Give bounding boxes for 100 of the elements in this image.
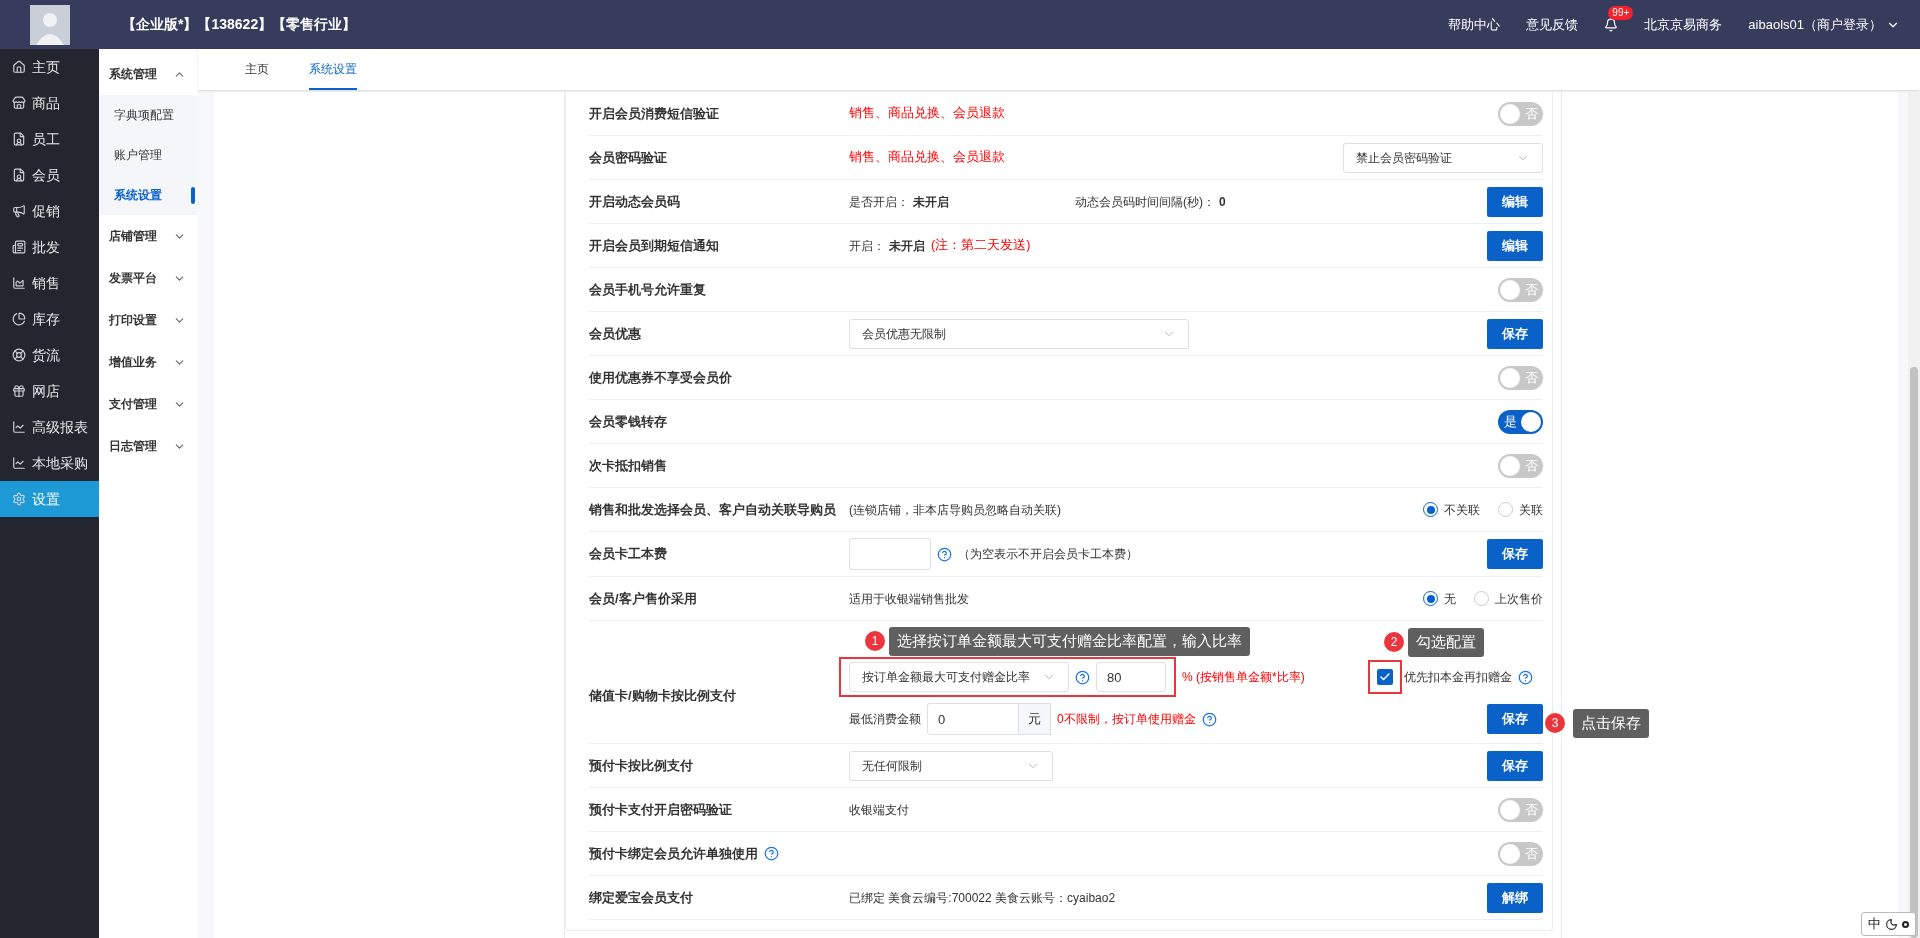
action-button[interactable]: 编辑: [1487, 186, 1543, 217]
help-icon[interactable]: [764, 846, 779, 861]
setting-label: 销售和批发选择会员、客户自动关联导购员: [589, 500, 836, 519]
radio-option[interactable]: 无: [1423, 589, 1456, 608]
check-icon: [1379, 671, 1391, 683]
notification-badge: 99+: [1608, 5, 1634, 20]
tab[interactable]: 主页: [245, 49, 269, 90]
action-button[interactable]: 保存: [1487, 704, 1543, 734]
radio-option[interactable]: 不关联: [1423, 500, 1480, 519]
checkbox[interactable]: [1377, 669, 1393, 685]
nav-item[interactable]: 会员: [0, 157, 99, 193]
nav-item[interactable]: 货流: [0, 337, 99, 373]
nav-item[interactable]: 网店: [0, 373, 99, 409]
ime-widget[interactable]: 中: [1861, 912, 1916, 936]
setting-label: 会员密码验证: [589, 148, 667, 167]
nav-item[interactable]: 促销: [0, 193, 99, 229]
action-button[interactable]: 解绑: [1487, 882, 1543, 913]
tooltip: 选择按订单金额最大可支付赠金比率配置，输入比率: [889, 627, 1250, 656]
input-field[interactable]: [849, 538, 931, 570]
help-icon[interactable]: [937, 546, 952, 562]
submenu-item[interactable]: 系统设置: [99, 175, 198, 215]
nav-item[interactable]: 销售: [0, 265, 99, 301]
avatar: [29, 4, 70, 45]
setting-label: 储值卡/购物卡按比例支付: [589, 687, 736, 706]
toggle-switch[interactable]: 是: [1498, 409, 1543, 434]
menu-group[interactable]: 店铺管理: [99, 215, 198, 257]
nav-item[interactable]: 高级报表: [0, 409, 99, 445]
note-text: 适用于收银端销售批发: [849, 590, 969, 608]
nav-item[interactable]: 主页: [0, 49, 99, 85]
setting-label: 开启动态会员码: [589, 192, 680, 211]
field-label: 开启：: [849, 237, 885, 255]
warning-text: 销售、商品兑换、会员退款: [849, 105, 1005, 123]
newspaper-icon: [12, 240, 26, 254]
menu-group[interactable]: 打印设置: [99, 299, 198, 341]
setting-label: 开启会员消费短信验证: [589, 104, 719, 123]
setting-label: 预付卡支付开启密码验证: [589, 800, 732, 819]
field-value: 0: [1219, 193, 1226, 211]
step-badge: 2: [1384, 632, 1404, 653]
moon-icon: [1885, 917, 1898, 931]
dropdown[interactable]: 按订单金额最大可支付赠金比率: [849, 662, 1069, 692]
menu-group[interactable]: 发票平台: [99, 257, 198, 299]
nav-item[interactable]: 员工: [0, 121, 99, 157]
setting-label: 会员手机号允许重复: [589, 280, 706, 299]
note-text: （为空表示不开启会员卡工本费）: [958, 546, 1138, 563]
field-label: 动态会员码时间间隔(秒)：: [1075, 193, 1215, 211]
menu-group[interactable]: 系统管理: [99, 53, 198, 95]
store-icon: [12, 96, 26, 110]
nav-item[interactable]: 本地采购: [0, 445, 99, 481]
pie-chart-icon: [12, 312, 26, 326]
note-text: (连锁店铺，非本店导购员忽略自动关联): [849, 501, 1061, 519]
warning-text: % (按销售单金额*比率): [1182, 669, 1305, 686]
line-chart-icon: [12, 420, 26, 434]
setting-label: 开启会员到期短信通知: [589, 236, 719, 255]
tab[interactable]: 系统设置: [309, 49, 357, 90]
document-user-icon: [12, 168, 26, 182]
bell-icon[interactable]: [1604, 17, 1619, 32]
setting-label: 绑定爱宝会员支付: [589, 888, 693, 907]
field-label: 是否开启：: [849, 193, 909, 211]
user-menu[interactable]: aibaols01（商户登录）: [1748, 14, 1900, 35]
document-user-icon: [12, 132, 26, 146]
action-button[interactable]: 保存: [1487, 539, 1543, 569]
action-button[interactable]: 保存: [1487, 750, 1543, 781]
header-link[interactable]: 帮助中心: [1448, 14, 1501, 35]
nav-item[interactable]: 库存: [0, 301, 99, 337]
header-link[interactable]: 意见反馈: [1526, 14, 1579, 35]
setting-label: 会员卡工本费: [589, 545, 667, 563]
tooltip: 点击保存: [1573, 709, 1649, 738]
menu-group[interactable]: 支付管理: [99, 383, 198, 425]
note-text: 收银端支付: [849, 801, 909, 819]
app-title: 【企业版*】【138622】【零售行业】: [122, 15, 357, 34]
menu-group[interactable]: 增值业务: [99, 341, 198, 383]
warning-text: 0不限制，按订单使用赠金: [1057, 711, 1196, 728]
dropdown[interactable]: 无任何限制: [849, 750, 1053, 781]
radio-option[interactable]: 关联: [1498, 500, 1543, 519]
help-icon[interactable]: [1201, 711, 1217, 727]
help-icon[interactable]: [1518, 669, 1533, 685]
input-field[interactable]: 0: [927, 703, 1019, 735]
warning-text: (注：第二天发送): [931, 237, 1031, 255]
menu-group[interactable]: 日志管理: [99, 425, 198, 467]
gift-icon: [12, 384, 26, 398]
help-icon[interactable]: [1075, 669, 1090, 685]
radio-option[interactable]: 上次售价: [1474, 589, 1543, 608]
setting-label: 次卡抵扣销售: [589, 456, 667, 475]
setting-label: 预付卡按比例支付: [589, 756, 693, 775]
dropdown[interactable]: 会员优惠无限制: [849, 318, 1189, 349]
nav-item[interactable]: 商品: [0, 85, 99, 121]
action-button[interactable]: 保存: [1487, 318, 1543, 349]
submenu-item[interactable]: 账户管理: [99, 135, 198, 175]
field-value: 未开启: [913, 193, 949, 211]
area-chart-icon: [12, 276, 26, 290]
tooltip: 勾选配置: [1408, 628, 1484, 657]
dropdown[interactable]: 禁止会员密码验证: [1343, 142, 1543, 173]
nav-item[interactable]: 批发: [0, 229, 99, 265]
submenu-item[interactable]: 字典项配置: [99, 95, 198, 135]
setting-label: 预付卡绑定会员允许单独使用: [589, 844, 758, 863]
lifebuoy-icon: [12, 348, 26, 362]
warning-text: 销售、商品兑换、会员退款: [849, 149, 1005, 167]
input-field[interactable]: 80: [1096, 662, 1166, 692]
company-name: 北京京易商务: [1644, 15, 1723, 34]
action-button[interactable]: 编辑: [1487, 230, 1543, 261]
